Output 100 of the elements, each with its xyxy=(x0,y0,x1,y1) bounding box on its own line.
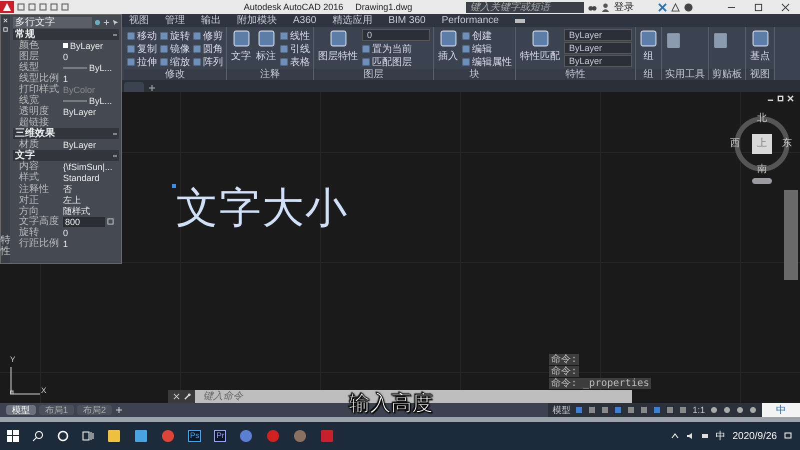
task-view-icon[interactable] xyxy=(82,430,94,442)
property-value[interactable]: Standard xyxy=(63,172,119,182)
wrench-icon[interactable] xyxy=(184,393,191,400)
ribbon-button[interactable]: 基点 xyxy=(749,29,771,68)
property-value[interactable]: 左上 xyxy=(63,194,119,207)
dropdown[interactable]: 0 xyxy=(362,29,430,41)
ribbon-button[interactable]: 旋转 xyxy=(160,29,190,42)
property-value[interactable]: 1 xyxy=(63,238,119,248)
ribbon-button[interactable]: 特性匹配 xyxy=(519,29,561,68)
triangle-icon[interactable] xyxy=(671,2,680,12)
chevron-up-icon[interactable] xyxy=(670,432,678,440)
tool-icon[interactable] xyxy=(712,32,729,49)
plus-icon[interactable] xyxy=(148,84,156,92)
windows-logo-icon[interactable] xyxy=(7,430,19,442)
maximize-icon[interactable] xyxy=(754,2,763,12)
ribbon-button[interactable]: 表格 xyxy=(280,55,310,68)
ribbon-tab[interactable]: 输出 xyxy=(200,14,222,26)
panel-title[interactable]: 特性 xyxy=(516,69,635,80)
ribbon-button[interactable]: 编辑属性 xyxy=(462,55,512,68)
property-value[interactable]: ByLayer xyxy=(63,106,119,116)
pin-icon[interactable] xyxy=(2,26,9,33)
ribbon-button[interactable]: 置为当前 xyxy=(362,42,430,55)
property-value[interactable]: 否 xyxy=(63,183,119,196)
circle-icon[interactable] xyxy=(57,430,69,442)
panel-title[interactable]: 组 xyxy=(636,69,661,80)
ribbon-button[interactable]: 镜像 xyxy=(160,42,190,55)
ribbon-tab[interactable]: 精选应用 xyxy=(331,14,374,26)
section-header[interactable]: 三维效果 xyxy=(13,128,119,139)
plus-icon[interactable] xyxy=(115,406,124,414)
property-value[interactable]: ByL... xyxy=(89,96,112,106)
compass-label[interactable]: 北 xyxy=(757,113,767,124)
panel-title[interactable]: 块 xyxy=(434,69,515,80)
ribbon-button[interactable]: 阵列 xyxy=(193,55,223,68)
clock-date[interactable]: 2020/9/26 xyxy=(732,430,777,442)
ribbon-button[interactable]: 匹配图层 xyxy=(362,55,430,68)
ribbon-button[interactable]: 创建 xyxy=(462,29,512,42)
restore-icon[interactable] xyxy=(777,95,784,102)
panel-toggle-icon[interactable] xyxy=(514,18,526,24)
property-value[interactable]: ByL... xyxy=(89,62,112,72)
ribbon-tab[interactable]: BIM 360 xyxy=(387,14,427,26)
ribbon-button[interactable]: 编辑 xyxy=(462,42,512,55)
ribbon-button[interactable]: 图层特性 xyxy=(317,29,359,68)
multiline-text[interactable]: 文字大小 xyxy=(176,184,348,232)
annotation-scale-button[interactable]: 1:1 xyxy=(692,405,705,415)
layout-tab[interactable]: 模型 xyxy=(6,405,36,415)
ribbon-button[interactable]: 移动 xyxy=(127,29,157,42)
ribbon-tab[interactable]: Performance xyxy=(440,14,500,26)
notification-icon[interactable] xyxy=(784,432,792,440)
panel-title[interactable]: 视图 xyxy=(746,69,774,80)
section-header[interactable]: 文字 xyxy=(13,150,119,161)
calculator-icon[interactable] xyxy=(107,218,114,225)
dropdown[interactable]: ByLayer xyxy=(564,29,632,41)
record-icon[interactable] xyxy=(266,429,280,443)
search-icon[interactable] xyxy=(32,430,44,442)
coordinate-menu[interactable] xyxy=(752,178,772,184)
section-header[interactable]: 常规 xyxy=(13,29,119,40)
panel-title[interactable]: 剪贴板 xyxy=(709,69,745,80)
ribbon-tab[interactable]: A360 xyxy=(292,14,318,26)
ribbon-button[interactable]: 组 xyxy=(639,29,658,68)
panel-title[interactable]: 实用工具 xyxy=(662,69,708,80)
property-value[interactable]: ByLayer xyxy=(63,140,119,150)
app-icon[interactable]: Ps xyxy=(188,430,202,442)
ribbon-button[interactable]: 拉伸 xyxy=(127,55,157,68)
compass-label[interactable]: 东 xyxy=(782,138,792,149)
property-value[interactable]: 0 xyxy=(63,228,119,238)
dropdown[interactable]: ByLayer xyxy=(564,42,632,54)
close-icon[interactable] xyxy=(781,2,790,12)
ribbon-button[interactable]: 复制 xyxy=(127,42,157,55)
ribbon-button[interactable]: 修剪 xyxy=(193,29,223,42)
property-value[interactable]: {\fSimSun|... xyxy=(63,162,119,172)
property-value[interactable]: 随样式 xyxy=(63,205,119,218)
speaker-icon[interactable] xyxy=(686,432,694,440)
input-method-indicator[interactable]: 中 xyxy=(716,429,726,443)
ribbon-tab[interactable]: 附加模块 xyxy=(236,14,278,26)
ribbon-button[interactable]: 线性 xyxy=(280,29,310,42)
ribbon-button[interactable]: 插入 xyxy=(437,29,459,68)
viewcube-ring-icon[interactable] xyxy=(732,114,792,174)
property-input[interactable]: 800 xyxy=(63,216,105,226)
login-link[interactable]: 登录 xyxy=(614,0,634,14)
input-method-panel[interactable]: 中 xyxy=(762,403,800,417)
ribbon-button[interactable]: 圆角 xyxy=(193,42,223,55)
ribbon-button[interactable]: 标注 xyxy=(255,29,277,68)
ribbon-button[interactable]: 文字 xyxy=(230,29,252,68)
ribbon-button[interactable]: 引线 xyxy=(280,42,310,55)
ribbon-tab[interactable]: 管理 xyxy=(164,14,186,26)
object-type-dropdown[interactable]: 多行文字 xyxy=(13,17,92,28)
panel-title[interactable]: 图层 xyxy=(314,69,433,80)
plus-icon[interactable] xyxy=(103,19,110,26)
compass-label[interactable]: 南 xyxy=(757,164,767,175)
property-value[interactable]: ByLayer xyxy=(70,40,104,50)
app-icon[interactable]: Pr xyxy=(214,430,226,442)
panel-title[interactable]: 注释 xyxy=(227,69,313,80)
property-value[interactable]: 0 xyxy=(63,52,119,62)
user-icon[interactable] xyxy=(601,2,610,12)
tool-icon[interactable] xyxy=(665,32,682,49)
network-icon[interactable] xyxy=(700,432,708,440)
compass-label[interactable]: 西 xyxy=(730,138,740,149)
grip-icon[interactable] xyxy=(172,184,176,188)
autocad-logo-icon[interactable] xyxy=(0,1,14,13)
dropdown[interactable]: ByLayer xyxy=(564,55,632,67)
